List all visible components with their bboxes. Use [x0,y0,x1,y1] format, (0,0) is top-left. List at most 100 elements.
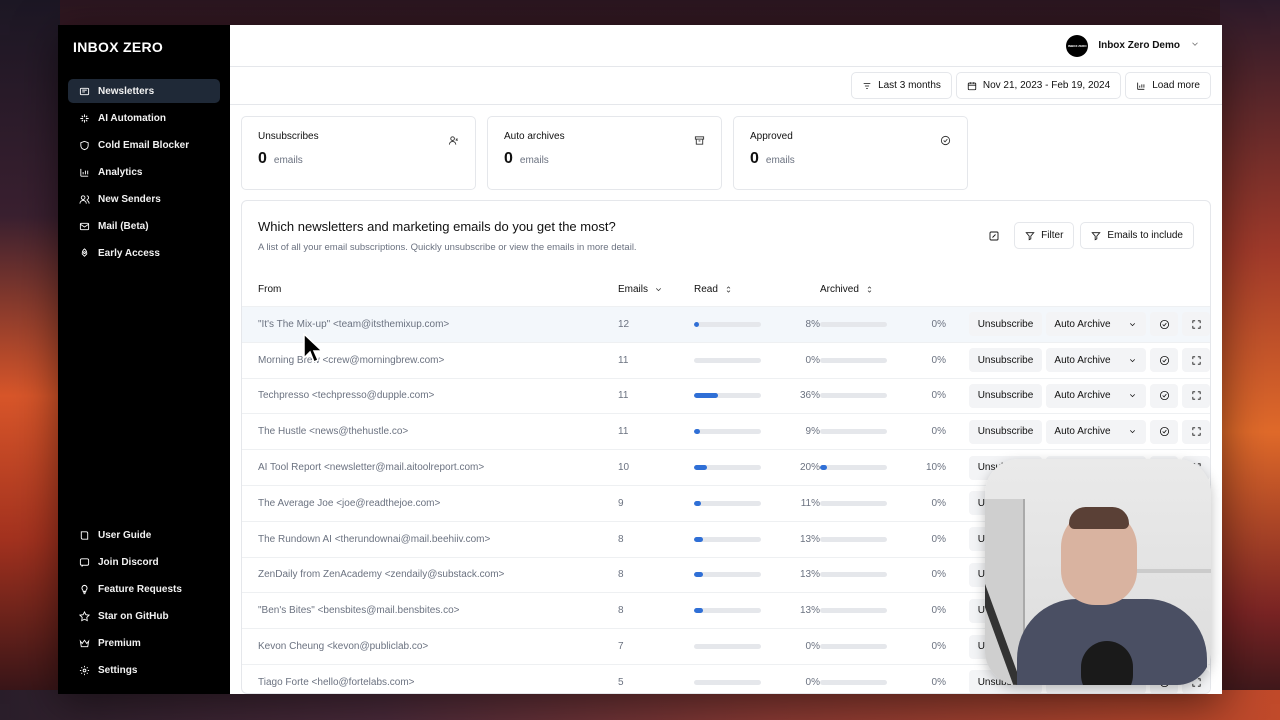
expand-icon [1191,427,1201,436]
sidebar-item-feature-requests[interactable]: Feature Requests [68,577,220,601]
archived-progress-bar [820,536,887,542]
expand-button[interactable] [1182,419,1210,444]
auto-archive-dropdown[interactable] [1119,348,1146,373]
read-percent: 0% [805,676,820,688]
expand-button[interactable] [1182,312,1210,337]
sidebar-item-premium[interactable]: Premium [68,631,220,655]
archived-progress-bar [820,429,887,435]
table-row[interactable]: The Hustle <news@thehustle.co> 11 9% 0% … [242,414,1210,451]
auto-archive-button[interactable]: Auto Archive [1046,383,1119,408]
message-icon [78,556,90,568]
sidebar-item-label: AI Automation [98,112,166,124]
sender-cell[interactable]: Techpresso <techpresso@dupple.com> [242,390,618,401]
auto-archive-button[interactable]: Auto Archive [1046,312,1119,337]
archived-percent: 0% [931,426,946,438]
unsubscribe-button[interactable]: Unsubscribe [969,348,1042,373]
expand-button[interactable] [1182,348,1210,373]
sender-cell[interactable]: Kevon Cheung <kevon@publiclab.co> [242,641,618,652]
approve-button[interactable] [1150,383,1178,408]
sidebar-item-label: Newsletters [98,85,155,97]
range-select-button[interactable]: Last 3 months [851,72,952,99]
sidebar-item-label: Premium [98,637,141,649]
sidebar-item-label: Join Discord [98,556,159,568]
unsubscribe-button[interactable]: Unsubscribe [969,383,1042,408]
column-header-read[interactable]: Read [694,284,820,295]
sort-icon [867,285,872,293]
read-progress-fill [694,500,702,506]
approve-button[interactable] [1150,419,1178,444]
account-menu[interactable]: INBOX ZERO Inbox Zero Demo [1066,34,1200,57]
sender-cell[interactable]: The Hustle <news@thehustle.co> [242,426,618,437]
mail-icon [78,220,90,232]
sender-cell[interactable]: Morning Brew <crew@morningbrew.com> [242,355,618,366]
sender-cell[interactable]: "Ben's Bites" <bensbites@mail.bensbites.… [242,605,618,616]
approve-button[interactable] [1150,312,1178,337]
sparkles-icon [78,112,90,124]
column-header-archived[interactable]: Archived [820,284,946,295]
app-logo[interactable]: INBOX ZERO [68,37,220,79]
archived-percent: 0% [931,641,946,653]
archived-cell: 0% [820,390,946,401]
archived-cell: 0% [820,319,946,330]
sidebar-item-mail-beta[interactable]: Mail (Beta) [68,214,220,238]
approve-button[interactable] [1150,348,1178,373]
sidebar-item-label: User Guide [98,529,152,541]
sender-cell[interactable]: The Rundown AI <therundownai@mail.beehii… [242,534,618,545]
auto-archive-button[interactable]: Auto Archive [1046,348,1119,373]
table-row[interactable]: Techpresso <techpresso@dupple.com> 11 36… [242,379,1210,415]
table-row[interactable]: "It's The Mix-up" <team@itsthemixup.com>… [242,307,1210,343]
table-row[interactable]: Morning Brew <crew@morningbrew.com> 11 0… [242,343,1210,379]
select-all-button[interactable] [980,222,1008,249]
archived-progress-bar [820,465,887,471]
auto-archive-dropdown[interactable] [1119,312,1146,337]
emails-to-include-button[interactable]: Emails to include [1080,222,1194,249]
desktop-wallpaper-bottom [0,690,1280,720]
sidebar-bottom-nav: User Guide Join Discord Feature Requests… [68,523,220,682]
archived-cell: 0% [820,677,946,688]
stat-card-auto-archives: Auto archives 0 emails [487,116,722,190]
read-progress-bar [694,357,761,363]
sidebar-item-early-access[interactable]: Early Access [68,241,220,265]
account-name: Inbox Zero Demo [1098,40,1180,51]
table-header: From Emails Read Archived [242,272,1210,307]
archived-cell: 0% [820,605,946,616]
expand-button[interactable] [1182,383,1210,408]
auto-archive-button[interactable]: Auto Archive [1046,419,1119,444]
sidebar-item-cold-email-blocker[interactable]: Cold Email Blocker [68,133,220,157]
read-progress-bar [694,429,761,435]
sender-cell[interactable]: "It's The Mix-up" <team@itsthemixup.com> [242,319,618,330]
sidebar-item-star-on-github[interactable]: Star on GitHub [68,604,220,628]
read-percent: 36% [799,390,820,402]
sidebar-nav: Newsletters AI Automation Cold Email Blo… [68,79,220,265]
sender-cell[interactable]: AI Tool Report <newsletter@mail.aitoolre… [242,462,618,473]
sidebar-item-new-senders[interactable]: New Senders [68,187,220,211]
auto-archive-dropdown[interactable] [1119,419,1146,444]
lightbulb-icon [78,583,90,595]
sidebar-item-settings[interactable]: Settings [68,658,220,682]
sender-cell[interactable]: The Average Joe <joe@readthejoe.com> [242,498,618,509]
sidebar-item-user-guide[interactable]: User Guide [68,523,220,547]
sidebar-item-ai-automation[interactable]: AI Automation [68,106,220,130]
unsubscribe-button[interactable]: Unsubscribe [969,419,1042,444]
read-progress-bar [694,572,761,578]
sender-cell[interactable]: ZenDaily from ZenAcademy <zendaily@subst… [242,569,618,580]
unsubscribe-button[interactable]: Unsubscribe [969,312,1042,337]
sidebar-item-newsletters[interactable]: Newsletters [68,79,220,103]
sender-cell[interactable]: Tiago Forte <hello@fortelabs.com> [242,677,618,688]
read-cell: 13% [694,569,820,580]
load-more-button[interactable]: Load more [1125,72,1211,99]
column-header-emails[interactable]: Emails [618,284,694,295]
read-percent: 20% [799,462,820,474]
row-actions: Unsubscribe Auto Archive [969,348,1210,373]
email-count-cell: 7 [618,641,624,653]
date-range-picker[interactable]: Nov 21, 2023 - Feb 19, 2024 [955,72,1122,99]
filter-button[interactable]: Filter [1014,222,1075,249]
auto-archive-dropdown[interactable] [1119,383,1146,408]
rocket-icon [78,247,90,259]
sidebar-item-join-discord[interactable]: Join Discord [68,550,220,574]
archived-progress-fill [820,465,827,471]
read-progress-fill [694,572,703,578]
sidebar-item-analytics[interactable]: Analytics [68,160,220,184]
read-progress-bar [694,465,761,471]
gear-icon [78,664,90,676]
